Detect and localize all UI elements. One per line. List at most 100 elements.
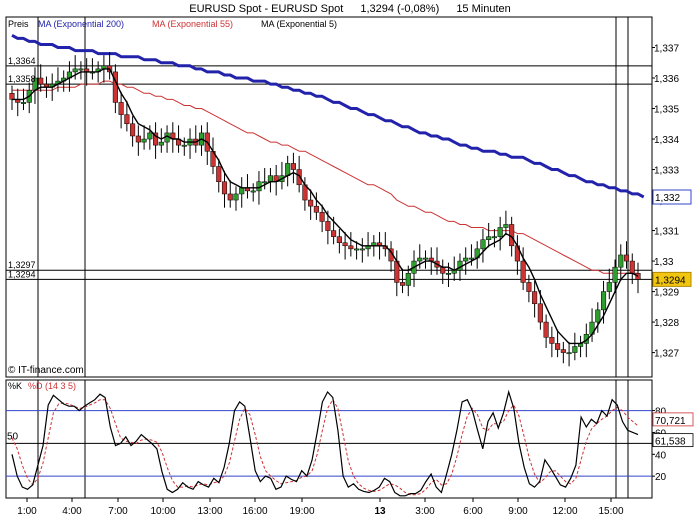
candle-body — [422, 257, 429, 260]
candle-body — [319, 212, 325, 222]
stochastic-y-tick-label: 40 — [655, 450, 667, 461]
price-level-label: 1,3358 — [8, 74, 36, 84]
candle-body — [612, 266, 618, 283]
candle-body — [572, 346, 578, 353]
candle-body — [555, 343, 561, 350]
candle-body — [623, 254, 630, 262]
stochastic-legend-d: %D (14 3 5) — [28, 381, 76, 391]
candle-body — [216, 166, 222, 182]
candle-body — [342, 242, 348, 247]
candle-body — [405, 273, 411, 286]
candle-body — [233, 193, 239, 201]
price-y-tick-label: 1,327 — [654, 349, 679, 360]
x-axis-tick-label: 15:00 — [598, 506, 623, 517]
stochastic-y-tick-label: 20 — [655, 472, 667, 483]
candle-body — [486, 236, 492, 240]
stochastic-legend-k: %K — [8, 381, 22, 391]
price-y-tick-label: 1,335 — [654, 105, 679, 116]
candle-body — [290, 163, 296, 170]
candle-body — [520, 260, 526, 283]
candle-body — [600, 291, 607, 311]
candle-body — [147, 132, 153, 140]
price-y-tick-label: 1,336 — [654, 74, 679, 85]
price-y-tick-label: 1,331 — [654, 227, 679, 238]
x-axis-tick-label: 4:00 — [62, 506, 82, 517]
stochastic-level-label: 50 — [7, 431, 19, 442]
x-axis-tick-label: 13:00 — [197, 506, 222, 517]
candle-body — [359, 248, 365, 251]
candle-body — [118, 102, 124, 115]
candle-body — [354, 248, 360, 251]
price-y-tick-label: 1,333 — [654, 166, 679, 177]
x-axis-tick-label: 3:00 — [415, 506, 435, 517]
price-badge-label: 1,3294 — [655, 275, 686, 286]
candle-body — [9, 93, 15, 100]
candle-body — [72, 68, 78, 73]
panel-frames — [5, 16, 653, 499]
candle-body — [308, 199, 314, 207]
candle-body — [497, 227, 503, 237]
x-axis-tick-label: 6:00 — [463, 506, 483, 517]
candle-body — [463, 257, 469, 262]
candle-body — [262, 181, 268, 184]
candle-body — [635, 273, 641, 280]
candle-body — [135, 135, 141, 143]
price-badge-label: 1,332 — [655, 193, 680, 204]
candle-body — [503, 224, 509, 228]
candle-body — [480, 239, 486, 250]
candle-body — [595, 309, 601, 323]
candle-body — [130, 123, 136, 137]
price-legend-item: Preis — [8, 19, 29, 29]
candle-body — [331, 230, 337, 237]
candle-body — [526, 282, 532, 292]
candle-body — [20, 102, 27, 104]
candle-body — [325, 221, 331, 231]
x-axis-tick-label: 19:00 — [289, 506, 314, 517]
stochastic-value-label: 70,721 — [655, 416, 686, 427]
candle-body — [549, 337, 555, 344]
x-axis-tick-label: 9:00 — [508, 506, 528, 517]
price-panel-frame — [5, 16, 653, 378]
x-axis-tick-label: 7:00 — [108, 506, 128, 517]
candle-body — [239, 187, 245, 195]
stochastic-panel-frame — [5, 379, 653, 499]
price-and-stochastic-chart: 1,33641,33581,32971,32941,3371,3361,3351… — [5, 16, 694, 517]
x-axis-tick-label: 12:00 — [552, 506, 577, 517]
candle-body — [348, 245, 354, 250]
price-legend-item: MA (Exponential 55) — [152, 19, 233, 29]
candle-body — [267, 175, 273, 182]
price-y-tick-label: 1,328 — [654, 318, 679, 329]
candle-body — [336, 236, 342, 244]
watermark-text: © IT-finance.com — [8, 365, 84, 376]
candle-body — [38, 77, 44, 85]
price-y-tick-label: 1,337 — [654, 44, 679, 55]
price-legend-item: MA (Exponential 5) — [261, 19, 337, 29]
candle-body — [285, 163, 291, 176]
candle-body — [417, 257, 423, 262]
candle-body — [537, 303, 543, 323]
price-y-tick-label: 1,334 — [654, 135, 679, 146]
candle-body — [124, 114, 130, 125]
x-axis-tick-label: 1:00 — [17, 506, 37, 517]
candle-body — [468, 257, 474, 260]
x-axis-tick-label: 13 — [374, 506, 386, 517]
x-axis-tick-label: 16:00 — [242, 506, 267, 517]
candle-body — [629, 260, 635, 274]
price-level-label: 1,3364 — [8, 56, 36, 66]
stochastic-value-label: 61,538 — [655, 437, 686, 448]
candle-body — [227, 193, 233, 201]
candle-body — [141, 138, 147, 143]
candle-body — [445, 273, 452, 275]
candle-body — [560, 349, 566, 353]
price-y-tick-label: 1,33 — [654, 257, 674, 268]
candle-body — [618, 254, 624, 268]
x-axis-tick-label: 10:00 — [150, 506, 175, 517]
price-level-label: 1,3294 — [8, 269, 36, 279]
candle-body — [313, 205, 319, 213]
candle-body — [491, 236, 497, 239]
candle-body — [606, 282, 612, 292]
price-y-tick-label: 1,329 — [654, 288, 679, 299]
candle-body — [221, 181, 228, 195]
candle-body — [543, 321, 549, 338]
candle-body — [532, 291, 538, 305]
